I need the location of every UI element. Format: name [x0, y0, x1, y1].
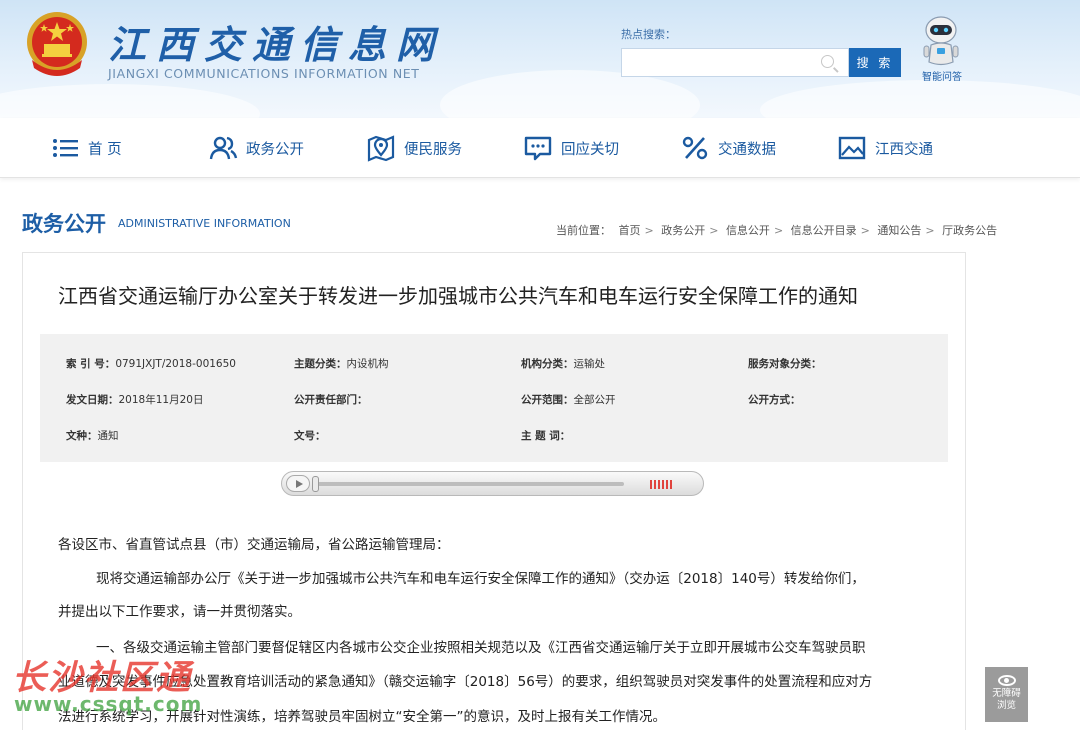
cloud-decoration	[440, 70, 700, 118]
cloud-decoration	[0, 84, 260, 118]
meta-topic: 主题分类：内设机构	[294, 358, 389, 370]
nav-item-jiangxi-traffic[interactable]: 江西交通	[837, 118, 933, 178]
meta-index: 索 引 号：0791JXJT/2018-001650	[66, 358, 236, 370]
list-icon	[53, 139, 78, 157]
section-title: 政务公开	[22, 212, 106, 236]
meta-docno: 文号：	[294, 430, 326, 442]
body-paragraph: 现将交通运输部办公厅《关于进一步加强城市公共汽车和电车运行安全保障工作的通知》（…	[96, 571, 865, 587]
meta-dept: 公开责任部门：	[294, 394, 368, 406]
nav-item-traffic-data[interactable]: 交通数据	[680, 118, 776, 178]
picture-icon	[838, 136, 866, 160]
breadcrumb-item[interactable]: 信息公开目录	[791, 224, 857, 237]
document-title: 江西省交通运输厅办公室关于转发进一步加强城市公共汽车和电车运行安全保障工作的通知	[58, 284, 858, 308]
breadcrumb-item[interactable]: 政务公开	[661, 224, 705, 237]
search-button[interactable]: 搜 索	[849, 48, 901, 77]
search-icon	[821, 55, 834, 68]
breadcrumb-item[interactable]: 信息公开	[726, 224, 770, 237]
robot-assistant-label[interactable]: 智能问答	[918, 68, 966, 83]
eye-icon	[997, 675, 1016, 686]
breadcrumb: 当前位置： 首页 > 政务公开 > 信息公开 > 信息公开目录 > 通知公告 > 厅政务公…	[556, 222, 1001, 238]
audio-progress-track[interactable]	[314, 482, 624, 486]
nav-item-gov-affairs[interactable]: 政务公开	[208, 118, 304, 178]
volume-icon[interactable]	[650, 480, 672, 489]
nav-label: 政务公开	[246, 141, 304, 158]
accessibility-label: 无障碍	[992, 688, 1021, 699]
robot-assistant-icon[interactable]	[918, 14, 964, 68]
meta-keyword: 主 题 词：	[521, 430, 571, 442]
site-subtitle: JIANGXI COMMUNICATIONS INFORMATION NET	[108, 66, 420, 81]
meta-mode: 公开方式：	[748, 394, 801, 406]
breadcrumb-label: 当前位置：	[556, 224, 611, 237]
nav-label: 便民服务	[404, 141, 462, 158]
nav-item-services[interactable]: 便民服务	[366, 118, 462, 178]
meta-audience: 服务对象分类：	[748, 358, 822, 370]
accessibility-button[interactable]: 无障碍 浏览	[985, 667, 1028, 722]
meta-scope: 公开范围：全部公开	[521, 394, 616, 406]
chevron-right-icon: >	[773, 224, 784, 237]
chevron-right-icon: >	[925, 224, 935, 237]
breadcrumb-item[interactable]: 通知公告	[877, 224, 921, 237]
play-button[interactable]	[286, 475, 310, 492]
chevron-right-icon: >	[709, 224, 719, 237]
document-meta-table: 索 引 号：0791JXJT/2018-001650 主题分类：内设机构 机构分…	[40, 334, 948, 462]
cloud-decoration	[760, 80, 1080, 118]
body-paragraph: 各设区市、省直管试点县（市）交通运输局，省公路运输管理局：	[58, 537, 450, 553]
nav-label: 江西交通	[875, 141, 933, 158]
chevron-right-icon: >	[644, 224, 654, 237]
audio-progress-handle[interactable]	[312, 476, 319, 492]
site-title[interactable]: 江西交通信息网	[108, 14, 444, 69]
chat-icon	[524, 136, 552, 161]
map-pin-icon	[367, 135, 395, 162]
watermark-url: www.cssqt.com	[14, 692, 203, 716]
national-emblem-icon[interactable]	[24, 10, 90, 80]
audio-player	[281, 471, 704, 496]
site-header: 江西交通信息网 JIANGXI COMMUNICATIONS INFORMATI…	[0, 0, 1080, 118]
percent-icon	[682, 136, 708, 160]
nav-label: 交通数据	[718, 141, 776, 158]
search-input[interactable]	[621, 48, 849, 77]
breadcrumb-item[interactable]: 首页	[619, 224, 641, 237]
nav-label: 首 页	[88, 141, 122, 158]
meta-org: 机构分类：运输处	[521, 358, 605, 370]
body-paragraph: 并提出以下工作要求，请一并贯彻落实。	[58, 604, 301, 620]
people-icon	[209, 136, 238, 160]
nav-label: 回应关切	[561, 141, 619, 158]
accessibility-label: 浏览	[996, 700, 1016, 711]
breadcrumb-item[interactable]: 厅政务公告	[942, 224, 997, 237]
main-nav: 首 页 政务公开 便民服务 回应关切 交通数据 江西交通	[0, 118, 1080, 178]
section-subtitle: ADMINISTRATIVE INFORMATION	[118, 217, 291, 230]
hot-search-label: 热点搜索：	[621, 28, 676, 41]
chevron-right-icon: >	[860, 224, 870, 237]
meta-date: 发文日期：2018年11月20日	[66, 394, 204, 406]
body-paragraph: 一、各级交通运输主管部门要督促辖区内各城市公交企业按照相关规范以及《江西省交通运…	[96, 640, 866, 656]
nav-item-concerns[interactable]: 回应关切	[523, 118, 619, 178]
nav-item-home[interactable]: 首 页	[50, 118, 122, 178]
meta-genre: 文种：通知	[66, 430, 119, 442]
